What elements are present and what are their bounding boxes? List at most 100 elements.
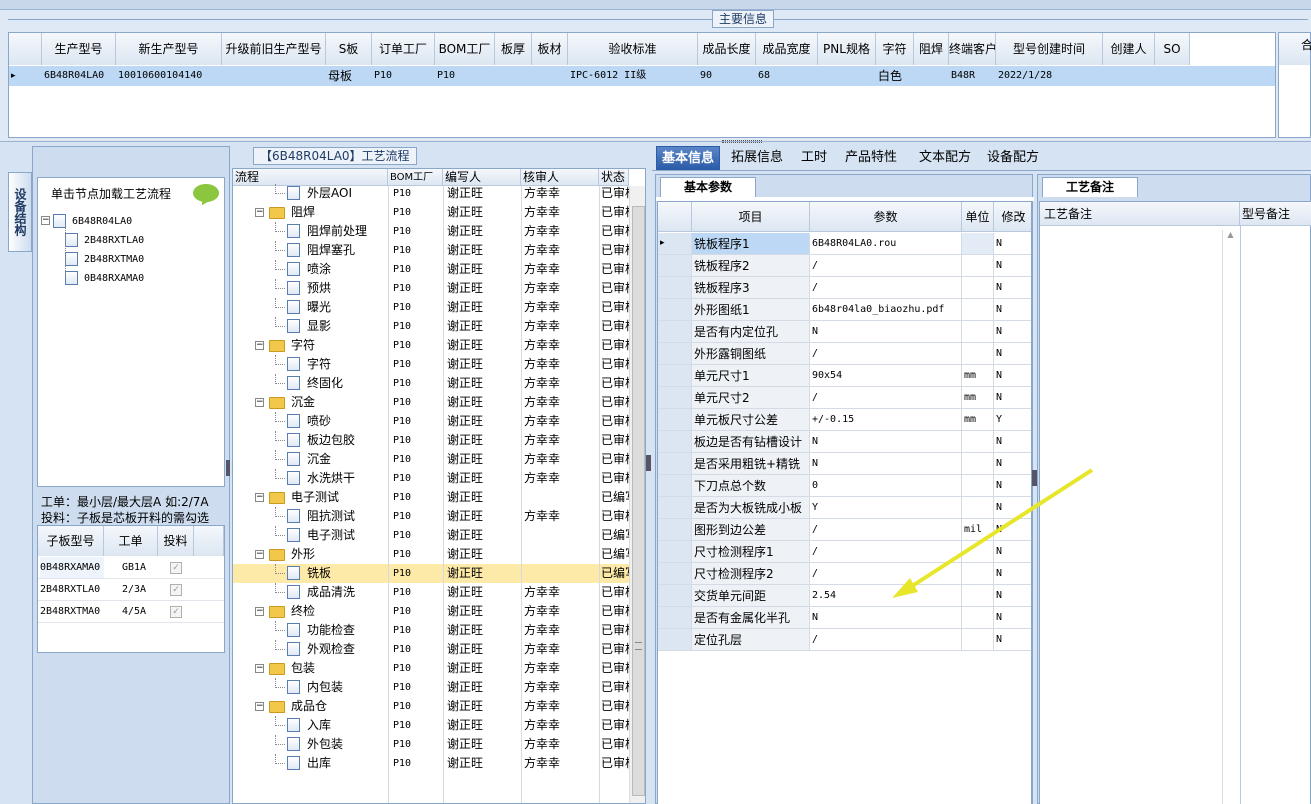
scroll-thumb[interactable] — [632, 206, 645, 796]
param-row[interactable]: 单元板尺寸公差 +/-0.15 mm Y — [658, 409, 1031, 431]
cell[interactable]: P10 — [372, 66, 435, 86]
feed-checkbox[interactable]: ✓ — [170, 606, 182, 618]
cell[interactable]: 白色 — [876, 66, 914, 86]
cell[interactable]: 母板 — [326, 66, 372, 86]
column-header[interactable]: 终端客户代码 — [949, 33, 996, 65]
process-group[interactable]: − 包装 P10 谢正旺 方幸幸 已审核 — [233, 659, 629, 678]
collapse-icon[interactable]: − — [255, 607, 264, 616]
column-header[interactable]: 阻焊 — [914, 33, 949, 65]
cell[interactable]: 90 — [698, 66, 756, 86]
process-grid[interactable]: 流程BOM工厂编写人核审人状态 外层AOIP10谢正旺方幸幸已审核−阻焊P10谢… — [232, 168, 646, 804]
tab-0[interactable]: 基本信息 — [656, 146, 720, 170]
sub-board-order[interactable]: 4/5A — [122, 601, 146, 623]
collapse-handle[interactable] — [226, 460, 230, 476]
collapse-icon[interactable]: − — [255, 493, 264, 502]
process-step[interactable]: 入库 P10 谢正旺 方幸幸 已审核 — [233, 716, 629, 735]
sub-column-header[interactable]: 投料 — [158, 526, 194, 556]
sub-board-model[interactable]: 0B48RXAMA0 — [40, 557, 104, 579]
process-step[interactable]: 外包装 P10 谢正旺 方幸幸 已审核 — [233, 735, 629, 754]
process-step[interactable]: 沉金 P10 谢正旺 方幸幸 已审核 — [233, 450, 629, 469]
splitter-handle-mid[interactable] — [646, 455, 651, 471]
column-header[interactable]: SO — [1155, 33, 1190, 65]
tree-node[interactable]: 0B48RXAMA0 — [65, 268, 144, 287]
param-modified[interactable]: N — [994, 431, 1031, 452]
param-modified[interactable]: N — [994, 233, 1031, 254]
process-group[interactable]: − 沉金 P10 谢正旺 方幸幸 已审核 — [233, 393, 629, 412]
param-modified[interactable]: N — [994, 629, 1031, 650]
process-step[interactable]: 外观检查 P10 谢正旺 方幸幸 已审核 — [233, 640, 629, 659]
process-step[interactable]: 阻焊塞孔 P10 谢正旺 方幸幸 已审核 — [233, 241, 629, 260]
collapse-icon[interactable]: − — [41, 216, 50, 225]
param-value[interactable]: / — [810, 629, 962, 650]
column-header[interactable]: 新生产型号 — [116, 33, 222, 65]
collapse-icon[interactable]: − — [255, 550, 264, 559]
cell[interactable]: 6B48R04LA0 — [42, 66, 116, 86]
cell[interactable]: 10010600104140 — [116, 66, 222, 86]
param-row[interactable]: 定位孔层 / N — [658, 629, 1031, 651]
tab-4[interactable]: 文本配方 — [910, 146, 980, 170]
feed-checkbox[interactable]: ✓ — [170, 584, 182, 596]
column-header[interactable]: S板 — [326, 33, 372, 65]
param-modified[interactable]: Y — [994, 409, 1031, 430]
tree-node[interactable]: 2B48RXTLA0 — [65, 230, 144, 249]
process-step[interactable]: 外层AOI P10 谢正旺 方幸幸 已审核 — [233, 184, 629, 203]
process-group[interactable]: − 字符 P10 谢正旺 方幸幸 已审核 — [233, 336, 629, 355]
param-row[interactable]: 外形图纸1 6b48r04la0_biaozhu.pdf N — [658, 299, 1031, 321]
cell[interactable] — [532, 66, 568, 86]
param-value[interactable]: / — [810, 277, 962, 298]
cell[interactable] — [222, 66, 326, 86]
device-structure-tab[interactable]: 设备结构 — [8, 172, 32, 252]
column-header[interactable]: 型号创建时间 — [996, 33, 1103, 65]
main-info-grid[interactable]: 生产型号 新生产型号 升级前旧生产型号 S板 订单工厂 BOM工厂 板厚 板材 验收标准 成品长度… — [8, 32, 1276, 138]
collapse-icon[interactable]: − — [255, 398, 264, 407]
process-group[interactable]: − 阻焊 P10 谢正旺 方幸幸 已审核 — [233, 203, 629, 222]
process-step[interactable]: 板边包胶 P10 谢正旺 方幸幸 已审核 — [233, 431, 629, 450]
params-column-header[interactable]: 修改 — [994, 202, 1031, 232]
cell[interactable]: 2022/1/28 — [996, 66, 1103, 86]
column-header[interactable]: 板厚 — [495, 33, 532, 65]
param-row[interactable]: 是否有内定位孔 N N — [658, 321, 1031, 343]
column-header[interactable]: PNL规格 — [818, 33, 876, 65]
process-step[interactable]: 曝光 P10 谢正旺 方幸幸 已审核 — [233, 298, 629, 317]
param-value[interactable]: N — [810, 607, 962, 628]
process-step[interactable]: 终固化 P10 谢正旺 方幸幸 已审核 — [233, 374, 629, 393]
param-row[interactable]: 板边是否有钻槽设计 N N — [658, 431, 1031, 453]
param-row[interactable]: 铣板程序2/ N — [658, 255, 1031, 277]
param-value[interactable]: 6B48R04LA0.rou — [810, 233, 962, 254]
process-step[interactable]: 内包装 P10 谢正旺 方幸幸 已审核 — [233, 678, 629, 697]
notes-scrollbar[interactable]: ▲ — [1222, 230, 1238, 804]
sub-board-order[interactable]: 2/3A — [122, 579, 146, 601]
param-value[interactable]: / — [810, 387, 962, 408]
process-step[interactable]: 铣板 P10 谢正旺 已编写 — [233, 564, 629, 583]
params-column-header[interactable]: 参数 — [810, 202, 962, 232]
device-tree[interactable]: − 6B48R04LA0 2B48RXTLA0 2B48RXTMA0 0B48RXAMA… — [41, 211, 225, 331]
process-step[interactable]: 字符 P10 谢正旺 方幸幸 已审核 — [233, 355, 629, 374]
collapse-icon[interactable]: − — [255, 341, 264, 350]
tab-3[interactable]: 产品特性 — [838, 146, 904, 170]
process-step[interactable]: 功能检查 P10 谢正旺 方幸幸 已审核 — [233, 621, 629, 640]
params-column-header[interactable]: 项目 — [692, 202, 810, 232]
tree-node[interactable]: − 6B48R04LA0 — [41, 211, 132, 230]
sub-board-order[interactable]: GB1A — [122, 557, 146, 579]
params-column-header[interactable]: 单位 — [962, 202, 994, 232]
tab-1[interactable]: 拓展信息 — [726, 146, 788, 170]
process-step[interactable]: 阻抗测试 P10 谢正旺 方幸幸 已审核 — [233, 507, 629, 526]
column-header[interactable]: 订单工厂 — [372, 33, 435, 65]
collapse-icon[interactable]: − — [255, 702, 264, 711]
tab-2[interactable]: 工时 — [794, 146, 834, 170]
param-row[interactable]: 铣板程序3/ N — [658, 277, 1031, 299]
param-value[interactable]: / — [810, 343, 962, 364]
process-step[interactable]: 喷砂 P10 谢正旺 方幸幸 已审核 — [233, 412, 629, 431]
cell[interactable] — [1103, 66, 1155, 86]
process-step[interactable]: 电子测试 P10 谢正旺 已编写 — [233, 526, 629, 545]
process-group[interactable]: − 成品仓 P10 谢正旺 方幸幸 已审核 — [233, 697, 629, 716]
param-modified[interactable]: N — [994, 255, 1031, 276]
feed-checkbox[interactable]: ✓ — [170, 562, 182, 574]
sub-board-model[interactable]: 2B48RXTLA0 — [40, 579, 104, 601]
column-header[interactable]: 验收标准 — [568, 33, 698, 65]
column-header[interactable]: BOM工厂 — [435, 33, 495, 65]
collapse-icon[interactable]: − — [255, 208, 264, 217]
column-header[interactable]: 成品宽度 — [756, 33, 818, 65]
cell[interactable] — [914, 66, 949, 86]
cell[interactable] — [1155, 66, 1190, 86]
